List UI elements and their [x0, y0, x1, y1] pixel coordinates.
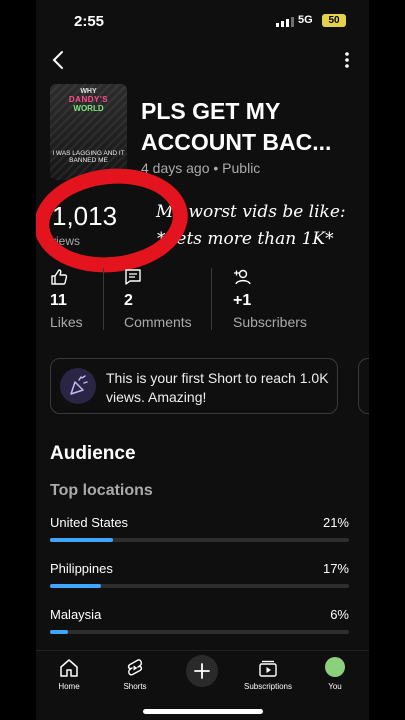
- location-bar-fill: [50, 584, 101, 588]
- subscribers-value: +1: [233, 292, 252, 309]
- top-locations-heading: Top locations: [50, 482, 153, 499]
- nav-shorts-label: Shorts: [123, 682, 147, 691]
- subscriptions-icon: [259, 660, 277, 677]
- video-thumbnail[interactable]: WHY DANDY'S WORLD I WAS LAGGING AND IT B…: [50, 84, 127, 180]
- comment-icon: [125, 269, 141, 285]
- nav-subscriptions[interactable]: Subscriptions: [236, 657, 300, 699]
- location-name: Philippines: [50, 561, 113, 576]
- add-person-icon: [234, 269, 251, 285]
- location-row: United States 21%: [50, 515, 349, 545]
- comments-value: 2: [124, 292, 133, 309]
- next-milestone-card[interactable]: [358, 358, 369, 414]
- thumbnail-text-3: WORLD: [73, 104, 104, 113]
- status-time: 2:55: [74, 13, 105, 30]
- thumbs-up-icon: [51, 269, 68, 285]
- location-name: United States: [50, 515, 129, 530]
- video-title: PLS GET MY ACCOUNT BAC...: [141, 96, 363, 158]
- location-percent: 6%: [330, 607, 349, 622]
- milestone-card[interactable]: This is your first Short to reach 1.0K v…: [50, 358, 338, 414]
- thumbnail-text-2: DANDY'S: [68, 95, 109, 104]
- video-meta: 4 days ago • Public: [141, 160, 261, 176]
- nav-home-label: Home: [58, 682, 80, 691]
- stat-divider: [103, 268, 104, 330]
- comments-label: Comments: [124, 314, 192, 330]
- shorts-icon: [127, 659, 143, 676]
- location-bar-track: [50, 538, 349, 542]
- video-title-line-2: ACCOUNT BAC...: [141, 129, 332, 155]
- location-bar-track: [50, 584, 349, 588]
- video-title-line-1: PLS GET MY: [141, 98, 281, 124]
- battery-icon: 50: [322, 14, 346, 27]
- back-arrow-icon[interactable]: [50, 50, 66, 70]
- thumbnail-caption: I WAS LAGGING AND IT BANNED ME: [52, 150, 125, 164]
- location-row: Malaysia 6%: [50, 607, 349, 637]
- create-button[interactable]: [186, 655, 218, 687]
- location-bar-fill: [50, 630, 68, 634]
- nav-subscriptions-label: Subscriptions: [243, 682, 293, 691]
- avatar: [325, 657, 345, 677]
- letterbox-right: [369, 0, 405, 720]
- location-bar-fill: [50, 538, 113, 542]
- location-percent: 21%: [322, 515, 349, 530]
- location-name: Malaysia: [50, 607, 102, 622]
- party-popper-icon: [60, 368, 96, 404]
- location-percent: 17%: [322, 561, 349, 576]
- subscribers-label: Subscribers: [233, 314, 307, 330]
- stat-divider: [211, 268, 212, 330]
- top-bar: [36, 46, 369, 74]
- nav-you[interactable]: You: [303, 657, 367, 699]
- phone-screen: 2:55 5G 50 WHY DANDY'S WORLD I WAS LAGGI…: [36, 0, 369, 720]
- plus-icon: [194, 663, 210, 679]
- signal-icon: [276, 17, 294, 27]
- audience-heading: Audience: [50, 443, 136, 464]
- nav-home[interactable]: Home: [37, 657, 101, 699]
- home-icon: [60, 659, 78, 677]
- nav-you-label: You: [328, 682, 342, 691]
- location-bar-track: [50, 630, 349, 634]
- home-indicator: [143, 709, 263, 714]
- likes-value: 11: [50, 292, 67, 309]
- more-options-icon[interactable]: [345, 52, 349, 68]
- letterbox-left: [0, 0, 36, 720]
- location-row: Philippines 17%: [50, 561, 349, 591]
- milestone-text: This is your first Short to reach 1.0K v…: [106, 370, 329, 405]
- thumbnail-text-1: WHY: [80, 88, 97, 95]
- nav-shorts[interactable]: Shorts: [103, 657, 167, 699]
- likes-label: Likes: [50, 314, 83, 330]
- status-bar: 2:55 5G 50: [36, 0, 369, 44]
- network-label: 5G: [298, 14, 313, 26]
